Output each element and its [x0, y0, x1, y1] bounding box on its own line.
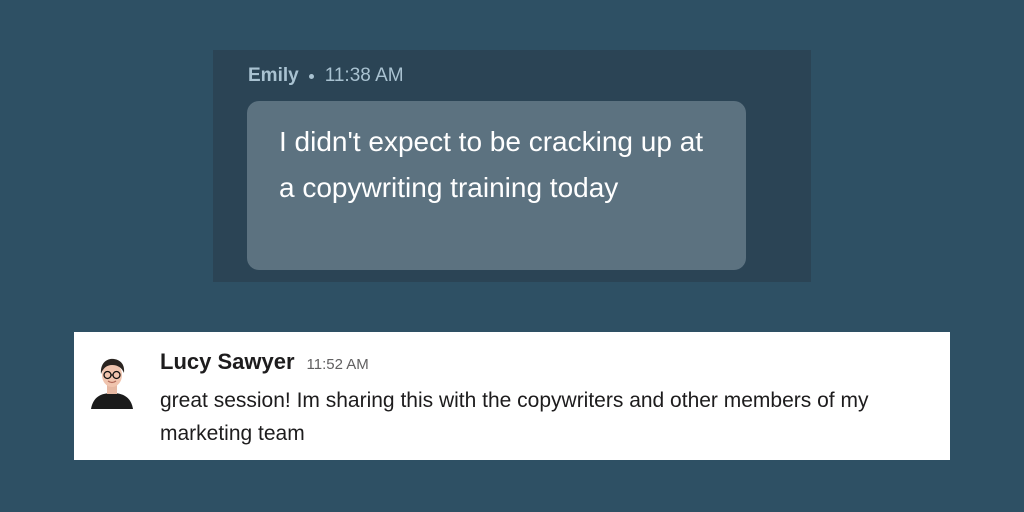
emily-message-bubble[interactable]: I didn't expect to be cracking up at a c… [247, 101, 746, 270]
lucy-message-card: Lucy Sawyer 11:52 AM great session! Im s… [74, 332, 950, 460]
emily-message-card: Emily 11:38 AM I didn't expect to be cra… [213, 50, 811, 282]
emily-message-header: Emily 11:38 AM [248, 64, 404, 88]
emily-message-text: I didn't expect to be cracking up at a c… [279, 126, 704, 203]
lucy-timestamp[interactable]: 11:52 AM [307, 356, 369, 373]
lucy-message-header: Lucy Sawyer 11:52 AM [160, 349, 369, 375]
lucy-avatar[interactable] [87, 353, 137, 409]
separator-dot [308, 73, 314, 79]
emily-timestamp[interactable]: 11:38 AM [325, 65, 404, 87]
lucy-message-text: great session! Im sharing this with the … [160, 389, 869, 445]
emily-sender-name[interactable]: Emily [248, 65, 299, 87]
lucy-sender-name[interactable]: Lucy Sawyer [160, 349, 295, 375]
